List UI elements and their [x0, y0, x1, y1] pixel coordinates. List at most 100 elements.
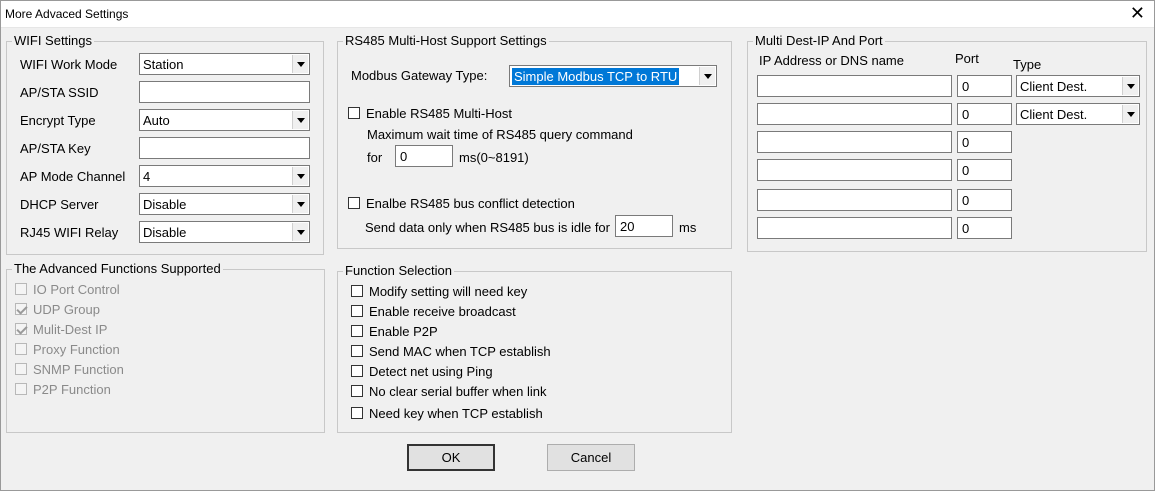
- dest-port-value: 0: [962, 107, 970, 122]
- advanced-function-label: Mulit-Dest IP: [33, 322, 108, 337]
- dest-port-input[interactable]: 0: [957, 217, 1012, 239]
- advanced-function-label: IO Port Control: [33, 282, 120, 297]
- function-option-label: Detect net using Ping: [369, 364, 493, 379]
- checkbox-box[interactable]: [351, 305, 363, 317]
- function-option-label: Modify setting will need key: [369, 284, 528, 299]
- idle-unit-label: ms: [679, 220, 697, 235]
- chevron-down-icon[interactable]: [292, 167, 308, 185]
- checkbox-box[interactable]: [351, 407, 363, 419]
- checkbox-box[interactable]: [351, 285, 363, 297]
- advanced-function-label: UDP Group: [33, 302, 100, 317]
- dest-ip-input[interactable]: [757, 159, 952, 181]
- dest-type-value: Client Dest.: [1020, 79, 1088, 94]
- checkbox-box[interactable]: [351, 385, 363, 397]
- rs485-settings-legend: RS485 Multi-Host Support Settings: [345, 33, 547, 48]
- chevron-down-icon[interactable]: [292, 195, 308, 213]
- port-column-header: Port: [955, 51, 979, 66]
- wifi-select-value: 4: [143, 169, 151, 184]
- function-option-label: Send MAC when TCP establish: [369, 344, 551, 359]
- advanced-function-label: Proxy Function: [33, 342, 120, 357]
- wifi-select-value: Disable: [143, 225, 187, 240]
- modbus-gateway-select[interactable]: Simple Modbus TCP to RTU: [509, 65, 717, 87]
- function-option-label: No clear serial buffer when link: [369, 384, 547, 399]
- checkbox-box[interactable]: [351, 345, 363, 357]
- wifi-select-value: Auto: [143, 113, 170, 128]
- modbus-gateway-value: Simple Modbus TCP to RTU: [512, 68, 680, 85]
- wifi-field-label: AP/STA SSID: [20, 85, 99, 100]
- dest-port-input[interactable]: 0: [957, 159, 1012, 181]
- checkbox-box: [15, 303, 27, 315]
- wifi-select-value: Station: [143, 57, 184, 72]
- checkbox-box[interactable]: [351, 365, 363, 377]
- dest-ip-input[interactable]: [757, 189, 952, 211]
- wifi-select[interactable]: 4: [139, 165, 310, 187]
- dest-ip-input[interactable]: [757, 217, 952, 239]
- dest-port-value: 0: [962, 135, 970, 150]
- wifi-select[interactable]: Station: [139, 53, 310, 75]
- checkbox-box[interactable]: [351, 325, 363, 337]
- wifi-field-label: DHCP Server: [20, 197, 99, 212]
- chevron-down-icon[interactable]: [699, 67, 715, 85]
- wifi-select[interactable]: Auto: [139, 109, 310, 131]
- wait-time-input[interactable]: 0: [395, 145, 453, 167]
- ip-column-header: IP Address or DNS name: [759, 53, 904, 68]
- checkbox-box: [15, 383, 27, 395]
- wifi-text-input[interactable]: [139, 137, 310, 159]
- wifi-select[interactable]: Disable: [139, 193, 310, 215]
- checkbox-box: [15, 283, 27, 295]
- checkbox-box: [15, 323, 27, 335]
- dest-port-value: 0: [962, 221, 970, 236]
- wifi-field-label: RJ45 WIFI Relay: [20, 225, 119, 240]
- checkbox-box: [15, 363, 27, 375]
- chevron-down-icon[interactable]: [292, 111, 308, 129]
- chevron-down-icon[interactable]: [292, 223, 308, 241]
- wifi-field-label: Encrypt Type: [20, 113, 96, 128]
- close-icon[interactable]: ✕: [1130, 3, 1145, 23]
- idle-time-input[interactable]: 20: [615, 215, 673, 237]
- dest-port-input[interactable]: 0: [957, 189, 1012, 211]
- advanced-function-label: SNMP Function: [33, 362, 124, 377]
- wifi-text-input[interactable]: [139, 81, 310, 103]
- dest-port-value: 0: [962, 193, 970, 208]
- type-column-header: Type: [1013, 57, 1042, 72]
- idle-time-value: 20: [620, 219, 635, 234]
- bus-conflict-label: Enalbe RS485 bus conflict detection: [366, 196, 575, 211]
- dest-port-input[interactable]: 0: [957, 131, 1012, 153]
- wifi-select[interactable]: Disable: [139, 221, 310, 243]
- checkbox-box: [15, 343, 27, 355]
- wifi-field-label: AP/STA Key: [20, 141, 91, 156]
- wifi-select-value: Disable: [143, 197, 187, 212]
- function-option-label: Enable P2P: [369, 324, 438, 339]
- wait-unit-label: ms(0~8191): [459, 150, 529, 165]
- wifi-field-label: AP Mode Channel: [20, 169, 126, 184]
- wait-time-value: 0: [400, 149, 408, 164]
- modbus-gateway-label: Modbus Gateway Type:: [351, 68, 488, 83]
- function-selection-legend: Function Selection: [345, 263, 452, 278]
- multi-dest-legend: Multi Dest-IP And Port: [755, 33, 883, 48]
- window-title: More Advaced Settings: [5, 7, 129, 21]
- dest-ip-input[interactable]: [757, 131, 952, 153]
- for-label: for: [367, 150, 383, 165]
- cancel-button[interactable]: Cancel: [547, 444, 635, 471]
- dest-ip-input[interactable]: [757, 75, 952, 97]
- dest-type-value: Client Dest.: [1020, 107, 1088, 122]
- checkbox-box[interactable]: [348, 107, 360, 119]
- dest-port-value: 0: [962, 79, 970, 94]
- function-option-label: Need key when TCP establish: [369, 406, 543, 421]
- max-wait-text: Maximum wait time of RS485 query command: [367, 127, 633, 142]
- enable-multihost-label: Enable RS485 Multi-Host: [366, 106, 512, 121]
- checkbox-box[interactable]: [348, 197, 360, 209]
- dest-port-input[interactable]: 0: [957, 75, 1012, 97]
- dest-port-value: 0: [962, 163, 970, 178]
- dest-type-select[interactable]: Client Dest.: [1016, 103, 1140, 125]
- chevron-down-icon[interactable]: [1122, 105, 1138, 123]
- function-option-label: Enable receive broadcast: [369, 304, 516, 319]
- ok-button[interactable]: OK: [407, 444, 495, 471]
- advanced-function-label: P2P Function: [33, 382, 111, 397]
- chevron-down-icon[interactable]: [292, 55, 308, 73]
- chevron-down-icon[interactable]: [1122, 77, 1138, 95]
- dest-port-input[interactable]: 0: [957, 103, 1012, 125]
- dest-type-select[interactable]: Client Dest.: [1016, 75, 1140, 97]
- idle-text: Send data only when RS485 bus is idle fo…: [365, 220, 610, 235]
- dest-ip-input[interactable]: [757, 103, 952, 125]
